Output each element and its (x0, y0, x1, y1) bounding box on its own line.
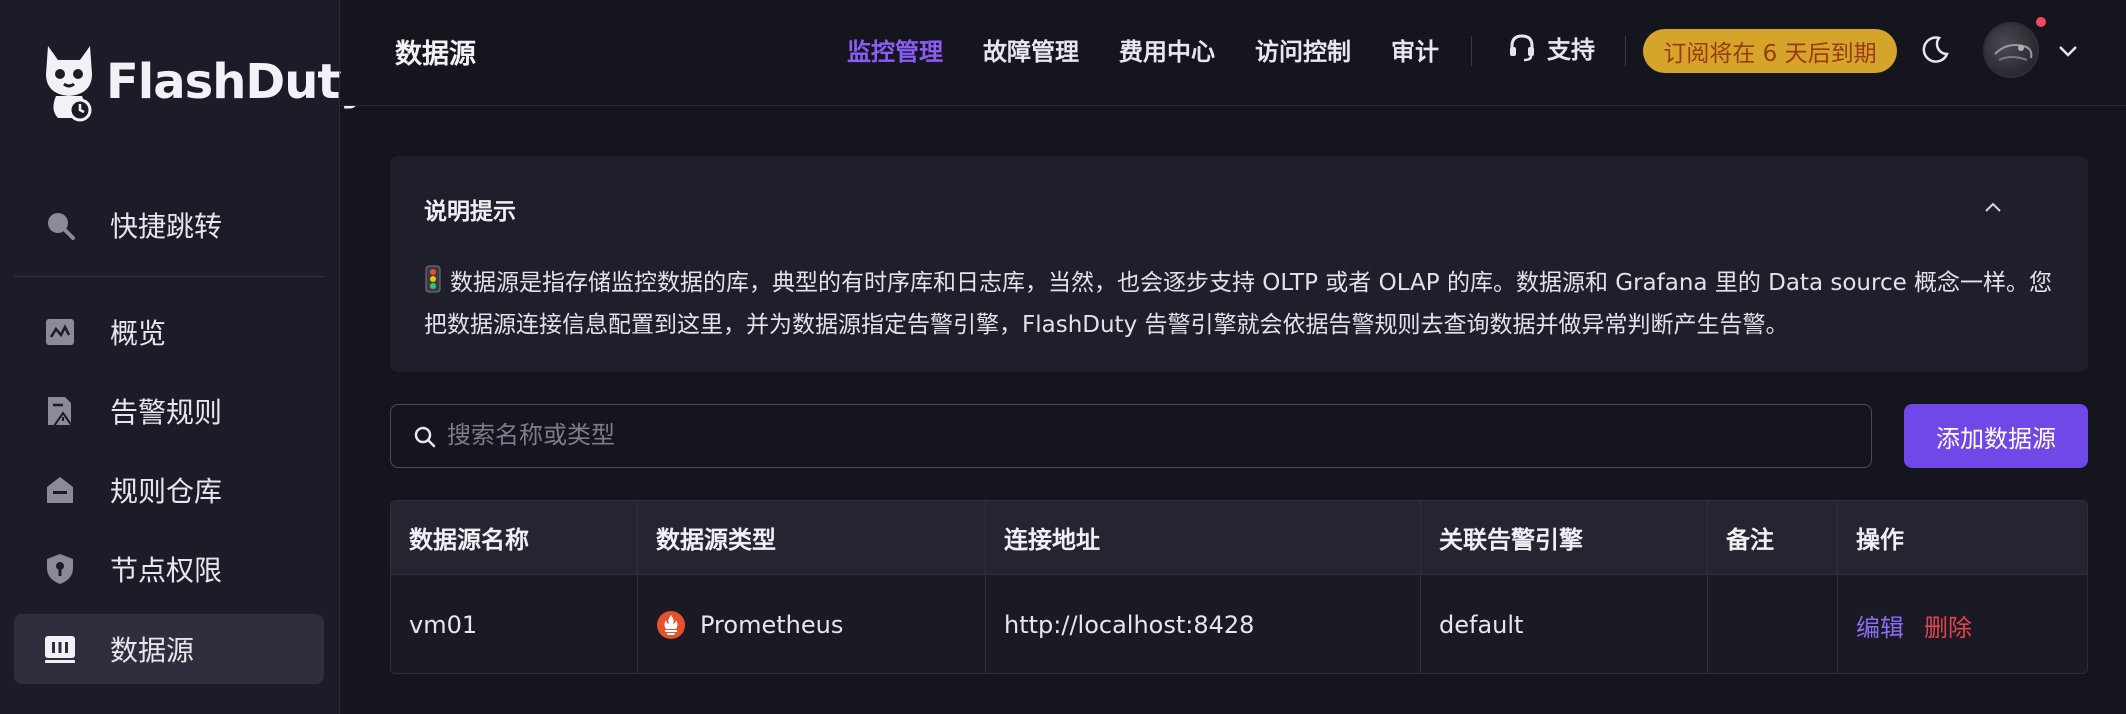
support-link[interactable]: 支持 (1507, 30, 1595, 65)
sidebar-item-label: 告警规则 (110, 396, 223, 429)
sidebar-item-label: 快捷跳转 (110, 210, 223, 243)
prometheus-icon (657, 611, 685, 639)
cell-note (1708, 575, 1838, 673)
sidebar-item-datasource[interactable]: 数据源 (14, 614, 324, 684)
table-row: vm01 Prometheus http://localhost:8428 de… (391, 575, 2087, 673)
column-header-name: 数据源名称 (391, 501, 638, 574)
sidebar-item-quick-jump[interactable]: 快捷跳转 (14, 190, 324, 260)
nav-divider (1625, 36, 1626, 66)
table-header: 数据源名称 数据源类型 连接地址 关联告警引擎 备注 操作 (391, 501, 2087, 575)
topnav-audit[interactable]: 审计 (1391, 32, 1439, 67)
support-label: 支持 (1547, 36, 1595, 64)
sidebar-item-rule-repo[interactable]: 规则仓库 (14, 455, 324, 525)
search-icon (414, 426, 436, 448)
cell-name: vm01 (391, 575, 638, 673)
cell-url: http://localhost:8428 (986, 575, 1421, 673)
notification-dot (2036, 17, 2046, 27)
delete-link[interactable]: 删除 (1924, 608, 1972, 643)
top-nav: 监控管理 故障管理 费用中心 访问控制 审计 (847, 32, 1479, 67)
shield-key-icon (44, 553, 76, 585)
nav-divider (1471, 36, 1472, 66)
traffic-light-icon (425, 265, 441, 293)
notice-panel: 说明提示 数据源是指存储监控数据的库，典型的有时序库和日志库，当然，也会逐步支持… (390, 156, 2088, 372)
search-input[interactable] (447, 405, 1847, 465)
chevron-down-icon[interactable] (2057, 40, 2079, 62)
chevron-up-icon[interactable] (1982, 196, 2004, 218)
subscription-expiry-badge[interactable]: 订阅将在 6 天后到期 (1643, 29, 1897, 73)
notice-title: 说明提示 (424, 199, 516, 225)
sidebar: FlashDuty 快捷跳转 概览 告警规则 规则仓库 节点权限 数据源 (0, 0, 371, 714)
topnav-access-control[interactable]: 访问控制 (1255, 32, 1351, 67)
alert-rule-icon (44, 395, 76, 427)
topnav-monitoring[interactable]: 监控管理 (847, 32, 943, 67)
sidebar-item-node-permission[interactable]: 节点权限 (14, 534, 324, 604)
moon-icon[interactable] (1919, 34, 1951, 66)
sidebar-item-label: 数据源 (110, 634, 195, 667)
column-header-url: 连接地址 (986, 501, 1421, 574)
sidebar-divider (14, 276, 324, 277)
column-header-type: 数据源类型 (638, 501, 986, 574)
avatar[interactable] (1983, 22, 2039, 78)
datasource-type-label: Prometheus (700, 611, 844, 639)
datasource-table: 数据源名称 数据源类型 连接地址 关联告警引擎 备注 操作 vm01 Prome… (390, 500, 2088, 674)
cell-actions: 编辑 删除 (1838, 575, 2087, 673)
add-datasource-button[interactable]: 添加数据源 (1904, 404, 2088, 468)
search-box[interactable] (390, 404, 1872, 468)
sidebar-item-label: 规则仓库 (110, 475, 223, 508)
search-icon (44, 209, 76, 241)
avatar-image (1994, 44, 2033, 61)
column-header-engine: 关联告警引擎 (1421, 501, 1708, 574)
dashboard-icon (44, 316, 76, 348)
sidebar-item-overview[interactable]: 概览 (14, 297, 324, 367)
topnav-incident[interactable]: 故障管理 (983, 32, 1079, 67)
topnav-billing[interactable]: 费用中心 (1119, 32, 1215, 67)
brand-name: FlashDuty (106, 54, 371, 110)
column-header-actions: 操作 (1856, 526, 1904, 554)
cell-type: Prometheus (638, 575, 986, 673)
page-title: 数据源 (395, 39, 476, 70)
column-header-note: 备注 (1708, 501, 1838, 574)
top-header: 数据源 监控管理 故障管理 费用中心 访问控制 审计 支持 订阅将在 6 天后到… (341, 0, 2126, 106)
sidebar-item-label: 节点权限 (110, 554, 223, 587)
datasource-icon (44, 633, 76, 665)
sidebar-item-label: 概览 (110, 317, 167, 350)
notice-body: 数据源是指存储监控数据的库，典型的有时序库和日志库，当然，也会逐步支持 OLTP… (424, 262, 2064, 346)
brand-logo[interactable]: FlashDuty (42, 40, 371, 124)
headset-icon (1510, 33, 1534, 61)
notice-text: 数据源是指存储监控数据的库，典型的有时序库和日志库，当然，也会逐步支持 OLTP… (424, 270, 2053, 338)
edit-link[interactable]: 编辑 (1856, 608, 1904, 643)
warehouse-icon (44, 474, 76, 506)
cell-engine: default (1421, 575, 1708, 673)
sidebar-item-alert-rules[interactable]: 告警规则 (14, 376, 324, 446)
cat-logo-icon (46, 46, 92, 122)
